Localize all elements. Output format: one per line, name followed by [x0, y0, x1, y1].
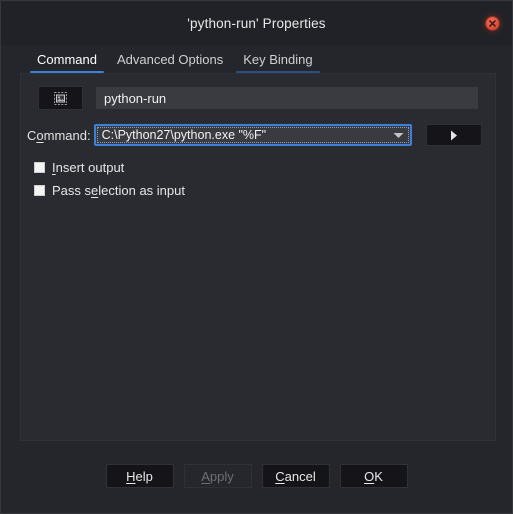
tab-advanced-options-label: Advanced Options — [116, 52, 224, 67]
tab-bar: Command Advanced Options Key Binding — [1, 45, 512, 73]
command-row: Command: C:\Python27\python.exe "%F" — [27, 124, 482, 146]
name-input-value: python-run — [104, 90, 167, 106]
window-title: 'python-run' Properties — [187, 15, 326, 31]
checkbox-pass-selection-as-input[interactable]: Pass selection as input — [34, 181, 185, 199]
command-label-pre: C — [27, 127, 37, 143]
cancel-button[interactable]: Cancel — [261, 464, 330, 488]
ok-button-label-mnemonic: O — [364, 468, 375, 484]
ok-button-label-post: K — [374, 468, 383, 484]
chevron-down-icon[interactable] — [388, 126, 410, 144]
help-button-label-post: elp — [135, 468, 153, 484]
close-x-glyph — [489, 20, 496, 27]
checkbox-insert-output-label: Insert output — [52, 160, 124, 175]
checkbox-insert-output-box[interactable] — [34, 161, 45, 173]
tab-advanced-options[interactable]: Advanced Options — [107, 53, 233, 73]
command-label-mnemonic: o — [36, 127, 44, 143]
checkbox-pass-selection-as-input-box[interactable] — [34, 184, 45, 196]
checkbox-pass-selection-label-pre: Pass s — [52, 182, 92, 198]
image-placeholder-icon[interactable] — [38, 86, 83, 110]
command-label-post: mmand: — [43, 127, 91, 143]
ok-button[interactable]: OK — [339, 464, 408, 488]
command-combobox-value: C:\Python27\python.exe "%F" — [101, 128, 267, 142]
apply-button-label-post: pply — [209, 468, 234, 484]
name-row: python-run — [38, 86, 485, 110]
checkbox-insert-output-label-post: nsert output — [55, 159, 125, 175]
options-checkbox-group: Insert output Pass selection as input — [34, 158, 185, 204]
title-bar: 'python-run' Properties — [1, 1, 512, 45]
apply-button-label-mnemonic: A — [201, 468, 210, 484]
tab-command-label: Command — [37, 52, 97, 67]
help-button-label-mnemonic: H — [126, 468, 136, 484]
cancel-button-label-mnemonic: C — [275, 468, 285, 484]
tab-command[interactable]: Command — [27, 53, 107, 73]
help-button[interactable]: Help — [105, 464, 174, 488]
cancel-button-label-post: ancel — [284, 468, 316, 484]
content-area: python-run Command: C:\Python27\python.e… — [1, 73, 512, 441]
run-command-button[interactable] — [425, 124, 482, 146]
dialog-button-bar: Help Apply Cancel OK — [1, 439, 512, 513]
close-icon[interactable] — [485, 16, 500, 31]
image-placeholder-glyph — [54, 91, 67, 105]
play-arrow-icon — [450, 130, 457, 140]
checkbox-pass-selection-as-input-label: Pass selection as input — [52, 183, 185, 198]
tab-key-binding-label: Key Binding — [243, 52, 313, 67]
checkbox-pass-selection-label-post: lection as input — [98, 182, 185, 198]
tab-key-binding[interactable]: Key Binding — [233, 53, 322, 73]
properties-dialog-window: 'python-run' Properties Command Advanced… — [0, 0, 513, 514]
command-label: Command: — [27, 128, 91, 143]
command-combobox[interactable]: C:\Python27\python.exe "%F" — [93, 124, 412, 146]
chevron-down-glyph — [393, 132, 404, 138]
checkbox-insert-output[interactable]: Insert output — [34, 158, 185, 176]
apply-button: Apply — [183, 464, 252, 488]
command-tab-panel: python-run Command: C:\Python27\python.e… — [20, 73, 496, 441]
name-input[interactable]: python-run — [96, 87, 478, 109]
